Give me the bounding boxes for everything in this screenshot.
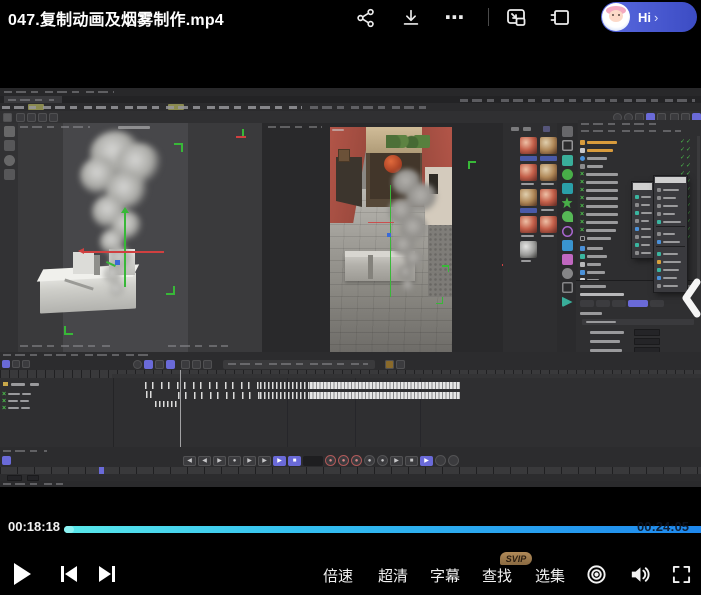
video-player: 047.复制动画及烟雾制作.mp4 ⋯ Hi ›: [0, 0, 701, 595]
app-menubar: [0, 103, 701, 111]
quality-button[interactable]: 超清: [378, 565, 408, 586]
gizmo-x-axis: [82, 251, 164, 253]
volume-builder-icon: [562, 155, 573, 166]
deformer-icon: [562, 211, 573, 222]
volume-icon[interactable]: [628, 563, 651, 591]
materials-panel: [503, 123, 557, 352]
transport-controls[interactable]: ◀◀▶● ▶▶▶■ ●●● ●●▶■ ▶: [183, 455, 459, 466]
svip-badge: SVIP: [500, 552, 532, 565]
share-icon[interactable]: [352, 4, 380, 32]
material-thumbnail: [540, 137, 557, 154]
video-content[interactable]: ◀◀▶● ▶▶▶■ ●●● ●●▶■ ▶: [0, 60, 701, 505]
context-menu-small: [632, 182, 653, 258]
floor-icon: [562, 282, 573, 293]
record-icon[interactable]: [586, 564, 607, 590]
frame-playhead-marker[interactable]: [99, 467, 104, 474]
scene-icon: [562, 240, 573, 251]
mini-player-icon[interactable]: [546, 4, 574, 32]
app-titlebar: [0, 88, 701, 96]
keyframe-track: [155, 401, 177, 407]
collapse-chevron-icon[interactable]: [681, 278, 701, 318]
previous-button[interactable]: [58, 563, 80, 590]
material-thumbnail: [520, 137, 537, 154]
keyframe-track: [145, 382, 260, 389]
cube-tool-icon: [562, 140, 573, 151]
material-thumbnail: [520, 216, 537, 233]
current-time: 00:18:18: [8, 519, 60, 534]
video-title: 047.复制动画及烟雾制作.mp4: [8, 6, 224, 30]
environment-icon: [562, 268, 573, 279]
chevron-right-icon: ›: [654, 10, 658, 25]
material-thumbnail-gray: [520, 241, 537, 258]
avatar: [602, 3, 630, 31]
total-duration: 00:24:05: [637, 519, 689, 534]
character-icon: [562, 183, 573, 194]
attributes-tab-selected: [628, 300, 648, 307]
toolbar-divider: [488, 8, 489, 26]
user-avatar-pill[interactable]: Hi ›: [601, 2, 697, 32]
gizmo-y-axis: [124, 211, 126, 287]
picture-in-picture-icon[interactable]: [502, 4, 530, 32]
left-tool-column: [0, 123, 18, 352]
c4d-application-frame: ◀◀▶● ▶▶▶■ ●●● ●●▶■ ▶: [0, 88, 701, 487]
episodes-button[interactable]: 选集: [535, 565, 565, 586]
viewport-camera-photo: [330, 127, 452, 352]
keyframe-track: [178, 392, 260, 399]
spline-icon: [562, 226, 573, 237]
material-thumbnail: [540, 164, 557, 181]
progress-bar[interactable]: [64, 526, 701, 533]
download-icon[interactable]: [397, 4, 425, 32]
progress-cap: [64, 526, 74, 533]
object-create-strip: [557, 123, 577, 352]
tool-icon: [562, 126, 573, 137]
material-thumbnail: [520, 189, 537, 206]
mograph-icon: [562, 254, 573, 265]
material-thumbnail: [540, 189, 557, 206]
timeline-dopesheet: ◀◀▶● ▶▶▶■ ●●● ●●▶■ ▶: [0, 352, 701, 487]
more-icon[interactable]: ⋯: [441, 4, 469, 32]
field-star-icon: [562, 197, 573, 208]
playback-speed-button[interactable]: 倍速: [323, 565, 353, 586]
subtitle-button[interactable]: 字幕: [430, 565, 460, 586]
camera-icon: [562, 296, 573, 307]
fullscreen-icon[interactable]: [672, 565, 691, 589]
material-thumbnail: [520, 164, 537, 181]
viewport-perspective: [18, 123, 262, 352]
play-button[interactable]: [14, 563, 31, 585]
material-thumbnail: [540, 216, 557, 233]
next-button[interactable]: [96, 563, 118, 590]
smoke-simulation: [18, 123, 262, 352]
find-button[interactable]: 查找: [482, 565, 512, 586]
timeline-playhead[interactable]: [180, 370, 181, 447]
avatar-greeting: Hi: [638, 10, 651, 25]
right-menus: [460, 99, 695, 102]
generator-icon: [562, 169, 573, 180]
context-menu-large: [654, 176, 687, 292]
